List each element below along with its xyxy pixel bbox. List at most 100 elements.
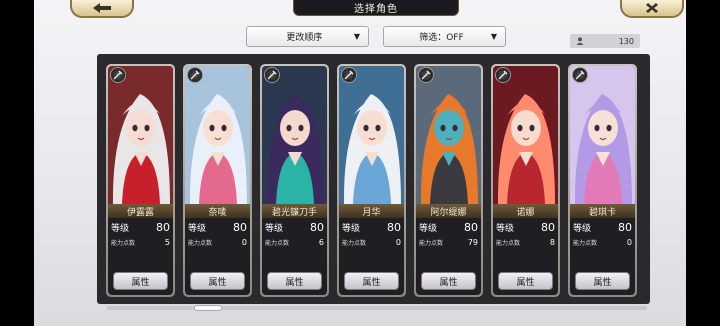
ability-points-row: 能力点数 0 [342,237,401,247]
level-row: 等级 80 [265,220,324,234]
character-name: 奈唛 [185,204,250,218]
ability-points-label: 能力点数 [419,239,444,247]
level-value: 80 [464,220,478,234]
weapon-type-icon [341,67,357,83]
character-card[interactable]: 伊露露 等级 80 能力点数 5 属性 [106,64,175,297]
level-value: 80 [387,220,401,234]
back-button[interactable] [70,0,134,18]
character-select-screen: 选择角色 更改顺序 ▼ 筛选：OFF ▼ 130 伊露露 等级 80 能力点数 … [0,0,720,326]
level-row: 等级 80 [342,220,401,234]
level-label: 等级 [188,223,207,234]
character-card[interactable]: 碧琪卡 等级 80 能力点数 0 属性 [568,64,637,297]
ability-points-value: 79 [467,237,478,247]
ability-points-row: 能力点数 79 [419,237,478,247]
letterbox-left [0,0,34,326]
level-value: 80 [310,220,324,234]
attributes-button[interactable]: 属性 [190,272,245,290]
attributes-button[interactable]: 属性 [498,272,553,290]
ability-points-value: 6 [318,237,324,247]
character-card-body: 碧琪卡 等级 80 能力点数 0 属性 [570,66,635,295]
weapon-type-icon [495,67,511,83]
character-name: 碧光镰刀手 [262,204,327,218]
attributes-button[interactable]: 属性 [113,272,168,290]
ability-points-value: 8 [549,237,555,247]
character-portrait [185,66,250,204]
back-arrow-icon [93,3,111,13]
level-row: 等级 80 [111,220,170,234]
character-card-body: 伊露露 等级 80 能力点数 5 属性 [108,66,173,295]
character-portrait [262,66,327,204]
level-label: 等级 [111,223,130,234]
character-card-body: 诺娜 等级 80 能力点数 8 属性 [493,66,558,295]
weapon-type-icon [418,67,434,83]
weapon-type-icon [110,67,126,83]
chevron-down-icon: ▼ [353,32,360,41]
attributes-button[interactable]: 属性 [575,272,630,290]
level-row: 等级 80 [419,220,478,234]
level-value: 80 [233,220,247,234]
ability-points-value: 0 [241,237,247,247]
character-count: 130 [618,36,634,46]
ability-points-row: 能力点数 6 [265,237,324,247]
character-portrait [339,66,404,204]
attributes-button[interactable]: 属性 [344,272,399,290]
ability-points-label: 能力点数 [342,239,367,247]
character-card[interactable]: 月华 等级 80 能力点数 0 属性 [337,64,406,297]
person-icon [576,37,584,45]
ability-points-label: 能力点数 [265,239,290,247]
character-portrait [570,66,635,204]
character-name: 月华 [339,204,404,218]
ability-points-row: 能力点数 8 [496,237,555,247]
ability-points-value: 0 [626,237,632,247]
horizontal-scrollbar-thumb[interactable] [194,305,222,311]
close-x-icon [646,3,658,13]
level-label: 等级 [342,223,361,234]
sort-order-dropdown[interactable]: 更改顺序 ▼ [246,26,369,47]
level-row: 等级 80 [573,220,632,234]
level-row: 等级 80 [496,220,555,234]
weapon-type-icon [572,67,588,83]
ability-points-value: 0 [395,237,401,247]
filter-label: 筛选：OFF [419,33,464,43]
character-card[interactable]: 阿尔缇娜 等级 80 能力点数 79 属性 [414,64,483,297]
ability-points-row: 能力点数 0 [573,237,632,247]
horizontal-scrollbar-track[interactable] [107,306,647,310]
sort-order-label: 更改顺序 [286,33,323,43]
character-card[interactable]: 奈唛 等级 80 能力点数 0 属性 [183,64,252,297]
ability-points-row: 能力点数 0 [188,237,247,247]
character-card[interactable]: 诺娜 等级 80 能力点数 8 属性 [491,64,560,297]
level-label: 等级 [265,223,284,234]
character-name: 碧琪卡 [570,204,635,218]
level-value: 80 [541,220,555,234]
attributes-button[interactable]: 属性 [421,272,476,290]
attributes-button[interactable]: 属性 [267,272,322,290]
filter-dropdown[interactable]: 筛选：OFF ▼ [383,26,506,47]
level-label: 等级 [419,223,438,234]
level-label: 等级 [573,223,592,234]
level-value: 80 [618,220,632,234]
character-card-body: 碧光镰刀手 等级 80 能力点数 6 属性 [262,66,327,295]
ability-points-row: 能力点数 5 [111,237,170,247]
level-label: 等级 [496,223,515,234]
chevron-down-icon: ▼ [490,32,497,41]
ability-points-value: 5 [164,237,170,247]
character-portrait [493,66,558,204]
ability-points-label: 能力点数 [111,239,136,247]
character-card-body: 月华 等级 80 能力点数 0 属性 [339,66,404,295]
weapon-type-icon [264,67,280,83]
character-card[interactable]: 碧光镰刀手 等级 80 能力点数 6 属性 [260,64,329,297]
character-name: 诺娜 [493,204,558,218]
letterbox-right [686,0,720,326]
page-title: 选择角色 [293,0,459,16]
character-portrait [416,66,481,204]
character-name: 阿尔缇娜 [416,204,481,218]
close-button[interactable] [620,0,684,18]
ability-points-label: 能力点数 [496,239,521,247]
character-card-body: 奈唛 等级 80 能力点数 0 属性 [185,66,250,295]
weapon-type-icon [187,67,203,83]
character-portrait [108,66,173,204]
level-row: 等级 80 [188,220,247,234]
character-count-badge: 130 [570,34,640,48]
ability-points-label: 能力点数 [188,239,213,247]
character-card-body: 阿尔缇娜 等级 80 能力点数 79 属性 [416,66,481,295]
